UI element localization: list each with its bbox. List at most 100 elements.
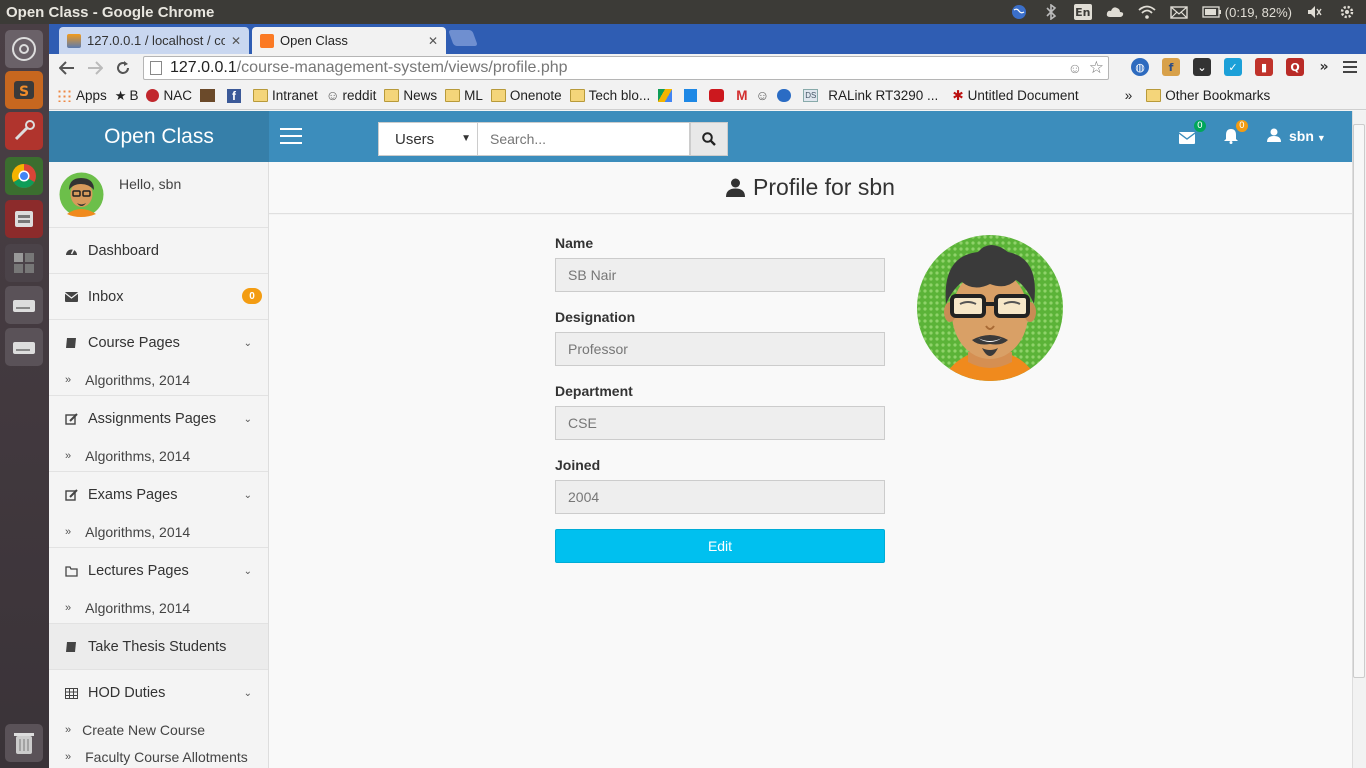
search-type-select[interactable]: Users ▼ [378,122,478,156]
sidebar-toggle-icon[interactable] [280,128,302,144]
sublime-text-icon[interactable]: S [5,71,43,109]
address-bar[interactable]: 127.0.0.1/course-management-system/views… [143,56,1109,80]
tab-phpmyadmin[interactable]: 127.0.0.1 / localhost / cou ✕ [59,27,249,54]
sidebar-subitem-label: Algorithms, 2014 [85,448,191,464]
bookmark-reddit-2[interactable]: ☺ [755,88,769,103]
sidebar-subitem-create-new-course[interactable]: » Create New Course [49,715,268,745]
sidebar-item-label: Inbox [88,288,124,305]
keyboard-layout-indicator[interactable]: En [1073,4,1092,20]
wifi-icon[interactable] [1138,4,1156,20]
brand-logo[interactable]: Open Class [49,111,269,162]
sidebar-item-dashboard[interactable]: Dashboard [49,228,268,274]
name-label: Name [555,235,594,251]
bookmark-ralink[interactable]: DS RALink RT3290 ... [803,88,938,103]
bluetooth-icon[interactable] [1042,4,1060,20]
workspace-switcher-icon[interactable] [5,244,43,282]
sidebar-subitem-label: Algorithms, 2014 [85,524,191,540]
bookmark-red-extension-icon[interactable]: ▮ [1255,58,1273,76]
bookmarks-overflow[interactable]: » [1125,88,1133,103]
extensions-overflow[interactable]: » [1315,58,1333,76]
feedly-extension-icon[interactable]: f [1162,58,1180,76]
messages-envelope-icon[interactable] [1178,130,1196,148]
bookmark-reddit[interactable]: ☺ reddit [326,88,377,103]
bookmark-tech-blogs[interactable]: Tech blo... [569,88,650,103]
disk-drive-icon[interactable] [5,286,43,324]
bookmark-onenote[interactable]: Onenote [490,88,562,103]
new-tab-button[interactable] [448,30,478,46]
bookmark-ml[interactable]: ML [445,88,483,103]
mail-icon[interactable] [1170,4,1188,20]
sidebar-item-hod-duties[interactable]: HOD Duties ⌄ [49,670,268,716]
battery-icon[interactable]: (0:19, 82%) [1202,4,1292,20]
bookmark-star-icon[interactable]: ☆ [1089,58,1104,78]
sidebar-subitem-course[interactable]: » Algorithms, 2014 [49,365,268,396]
user-icon[interactable] [1267,128,1281,146]
name-field[interactable]: SB Nair [555,258,885,292]
user-icon [726,178,746,197]
edit-button[interactable]: Edit [555,529,885,563]
designation-field[interactable]: Professor [555,332,885,366]
bookmark-facebook[interactable]: f [226,88,245,103]
bookmark-refresh[interactable] [777,89,795,102]
notifications-bell-icon[interactable] [1224,128,1238,148]
sidebar-item-assignments-pages[interactable]: Assignments Pages ⌄ [49,396,268,442]
other-bookmarks[interactable]: Other Bookmarks [1146,88,1270,103]
reload-button[interactable] [109,56,137,80]
envelope-icon [64,291,78,303]
bookmark-drive[interactable] [658,89,676,102]
joined-field[interactable]: 2004 [555,480,885,514]
bookmark-youtube[interactable] [709,89,728,102]
chrome-menu-icon[interactable] [1341,58,1359,76]
bookmark-b[interactable]: ★ B [115,88,139,104]
cloud-icon[interactable] [1106,4,1124,20]
chrome-icon[interactable] [5,157,43,195]
disk-drive-icon[interactable] [5,328,43,366]
system-settings-icon[interactable] [5,112,43,150]
forward-button[interactable] [81,56,109,80]
bookmark-news[interactable]: News [384,88,437,103]
close-icon[interactable]: ✕ [231,34,241,48]
bookmark-apps[interactable]: Apps [57,88,107,103]
check-extension-icon[interactable]: ✓ [1224,58,1242,76]
tab-open-class[interactable]: Open Class ✕ [252,27,446,54]
sidebar-subitem-label: Faculty Course Allotments [85,748,248,765]
files-manager-icon[interactable] [5,200,43,238]
close-icon[interactable]: ✕ [428,34,438,48]
bookmark-nac[interactable]: NAC [146,88,192,103]
sidebar-item-exams-pages[interactable]: Exams Pages ⌄ [49,472,268,518]
back-button[interactable] [53,56,81,80]
browser-toolbar: 127.0.0.1/course-management-system/views… [49,54,1366,82]
globe-icon[interactable] [1010,4,1028,20]
sidebar-item-inbox[interactable]: Inbox 0 [49,274,268,320]
quora-extension-icon[interactable]: Q [1286,58,1304,76]
bookmark-film[interactable] [199,89,219,102]
user-menu[interactable]: sbn ▼ [1289,128,1326,144]
pocket-extension-icon[interactable]: ⌄ [1193,58,1211,76]
bookmark-intranet[interactable]: Intranet [252,88,318,103]
folder-icon [445,89,461,102]
bookmark-untitled-document[interactable]: ✱ Untitled Document [952,88,1078,104]
dash-home-icon[interactable] [5,30,43,68]
reader-icon[interactable]: ☺ [1068,60,1082,76]
folder-icon [64,565,78,577]
search-button[interactable] [690,122,728,156]
avatar[interactable] [59,172,104,217]
sidebar-item-lectures-pages[interactable]: Lectures Pages ⌄ [49,548,268,594]
settings-gear-icon[interactable] [1338,4,1356,20]
sidebar-subitem-assignments[interactable]: » Algorithms, 2014 [49,441,268,472]
department-field[interactable]: CSE [555,406,885,440]
sidebar-item-take-thesis-students[interactable]: Take Thesis Students [49,624,268,670]
sidebar-subitem-exams[interactable]: » Algorithms, 2014 [49,517,268,548]
sidebar-subitem-faculty-course-allotments[interactable]: » Faculty Course Allotments [49,745,268,768]
battery-status: (0:19, 82%) [1224,4,1292,20]
search-input[interactable] [478,122,690,156]
bookmark-dropbox[interactable] [684,89,701,102]
globe-extension-icon[interactable]: ◍ [1131,58,1149,76]
chevron-down-icon: ⌄ [243,687,252,699]
sidebar-subitem-lectures[interactable]: » Algorithms, 2014 [49,593,268,624]
bookmark-gmail[interactable]: M [736,88,747,103]
scrollbar-thumb[interactable] [1353,124,1365,678]
trash-icon[interactable] [5,724,43,762]
sidebar-item-course-pages[interactable]: Course Pages ⌄ [49,320,268,366]
volume-icon[interactable] [1306,4,1324,20]
